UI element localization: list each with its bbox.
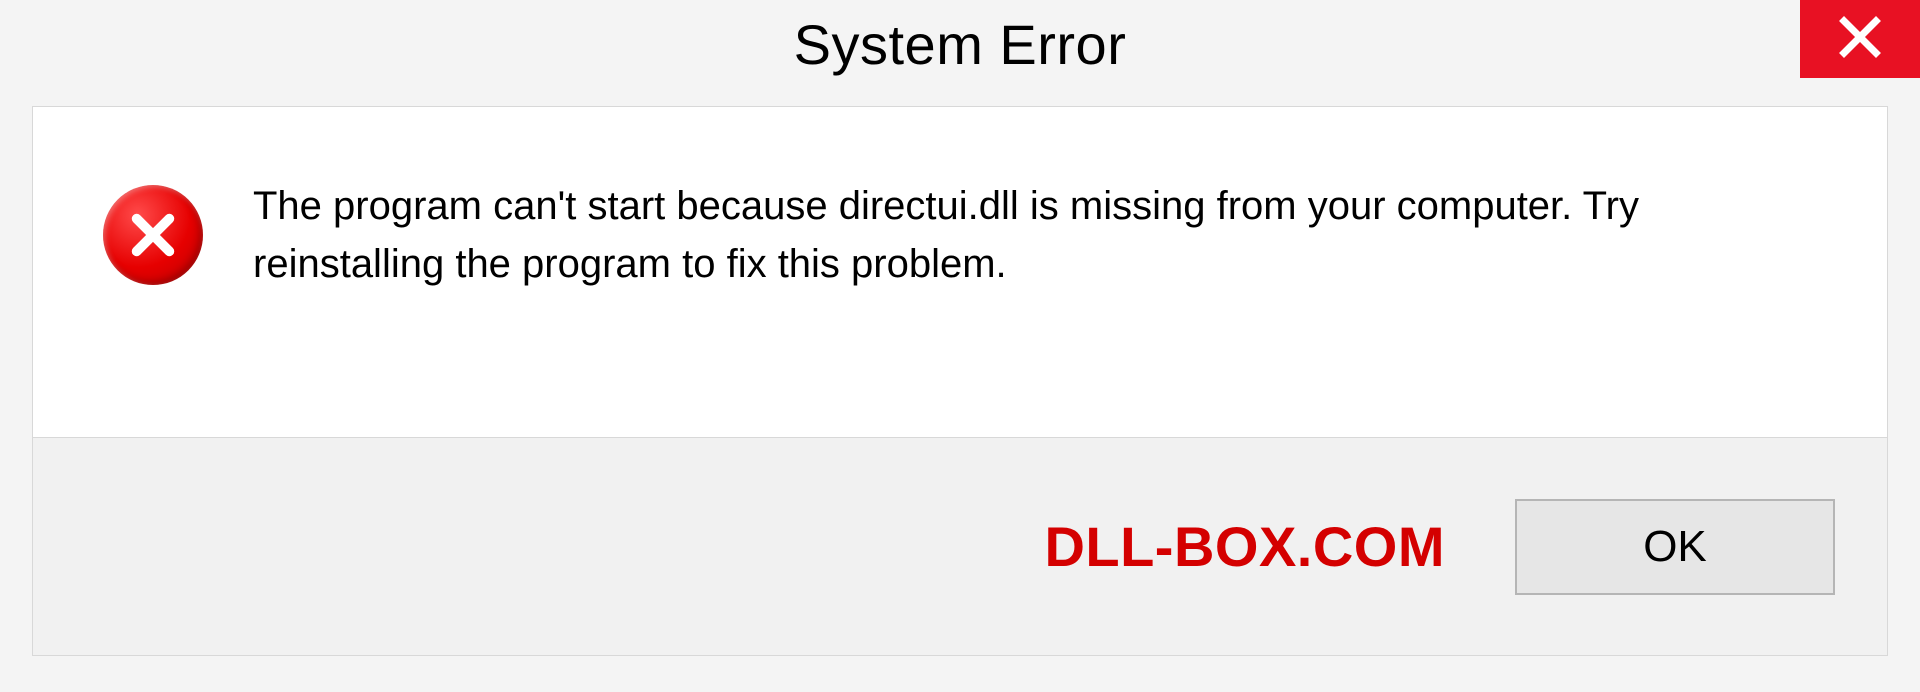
watermark-text: DLL-BOX.COM xyxy=(1044,514,1445,579)
dialog-title: System Error xyxy=(794,12,1127,77)
dialog-footer: DLL-BOX.COM OK xyxy=(32,438,1888,656)
titlebar: System Error xyxy=(0,0,1920,96)
close-button[interactable] xyxy=(1800,0,1920,78)
ok-button[interactable]: OK xyxy=(1515,499,1835,595)
close-icon xyxy=(1836,13,1884,66)
error-message: The program can't start because directui… xyxy=(253,177,1803,293)
error-icon xyxy=(103,185,203,285)
dialog-content: The program can't start because directui… xyxy=(32,106,1888,438)
